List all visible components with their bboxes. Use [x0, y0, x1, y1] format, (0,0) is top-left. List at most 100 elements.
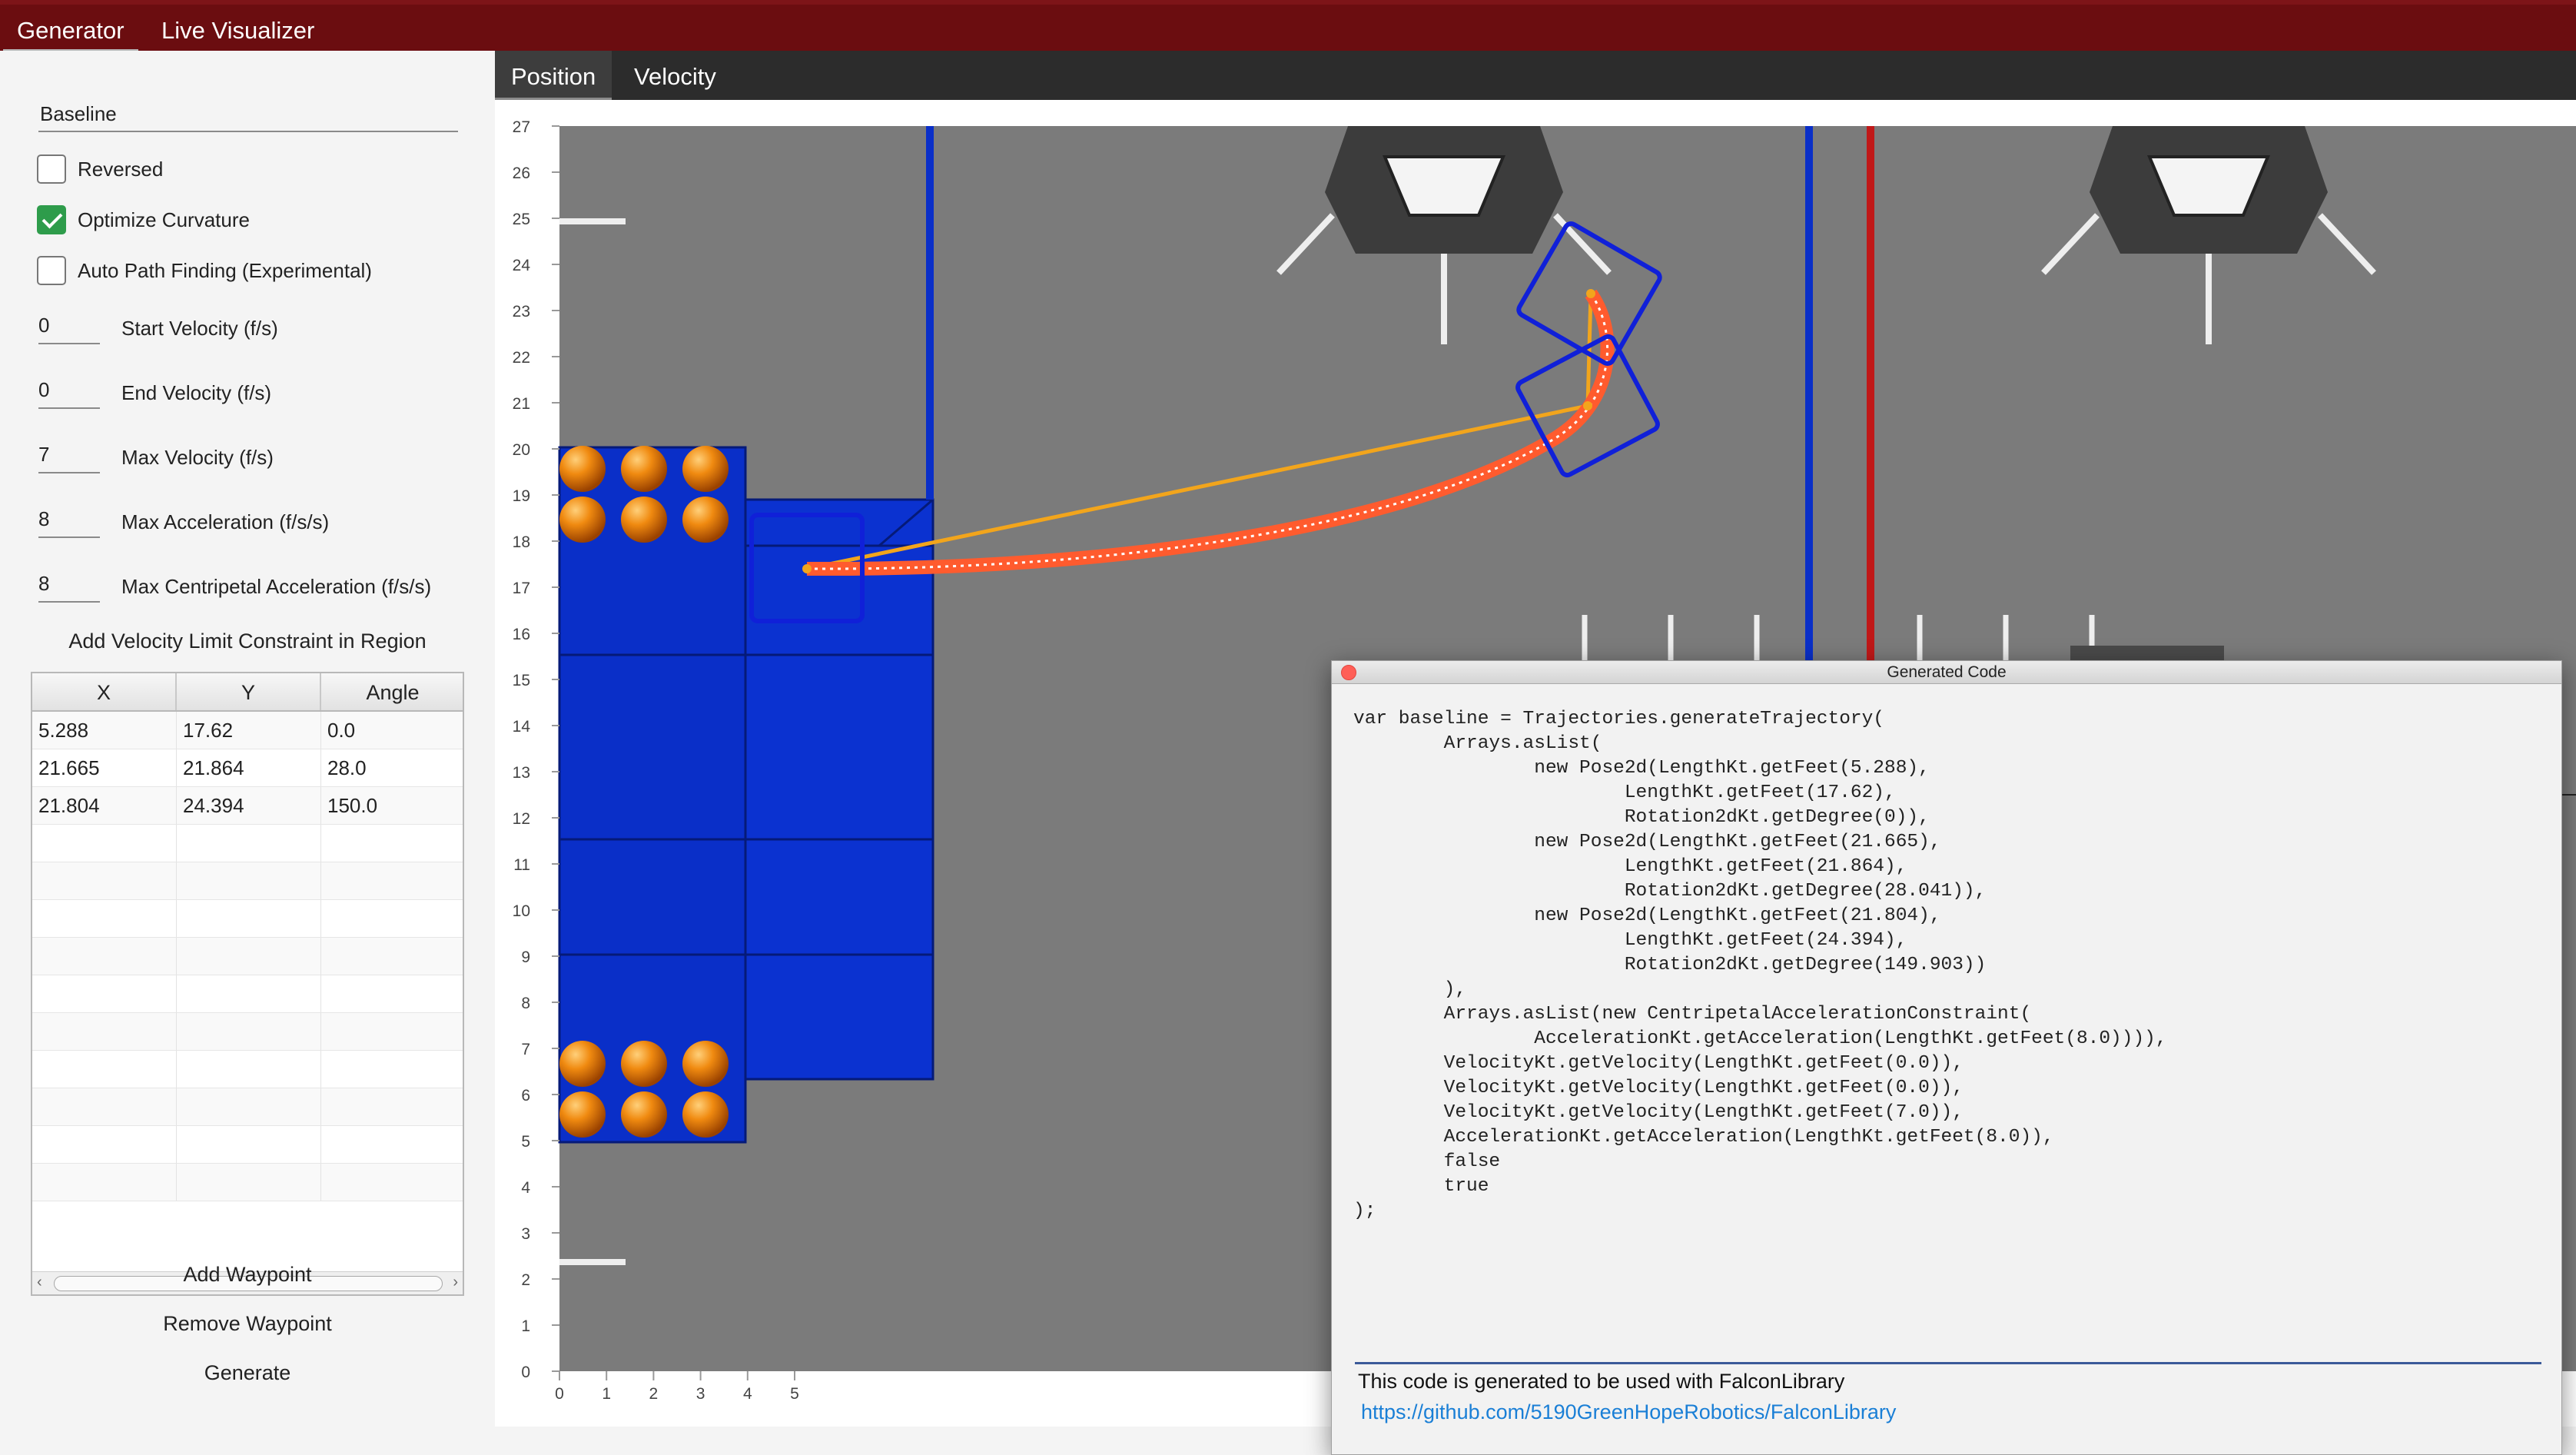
- tab-generator[interactable]: Generator: [3, 8, 138, 52]
- cell-x[interactable]: 21.665: [32, 749, 177, 786]
- dialog-title: Generated Code: [1887, 663, 2007, 681]
- y-tick-label: 25: [513, 211, 530, 228]
- cell-x[interactable]: 5.288: [32, 712, 177, 749]
- y-tick-label: 15: [513, 672, 530, 689]
- y-tick-label: 24: [513, 257, 531, 274]
- column-header-angle[interactable]: Angle: [321, 673, 463, 710]
- empty-row: [32, 1126, 463, 1164]
- max-velocity-label: Max Velocity (f/s): [121, 446, 274, 469]
- start-velocity-input[interactable]: [38, 307, 100, 344]
- waypoint-table: X Y Angle 5.288 17.62 0.0 21.665 21.864 …: [31, 672, 464, 1296]
- y-tick-label: 1: [521, 1317, 530, 1335]
- y-tick-label: 21: [513, 395, 530, 413]
- generate-button[interactable]: Generate: [31, 1354, 464, 1392]
- x-tick-label: 1: [602, 1385, 611, 1403]
- y-tick-label: 16: [513, 626, 530, 643]
- empty-row: [32, 1164, 463, 1201]
- hab-platform: [744, 498, 934, 1081]
- table-row[interactable]: 5.288 17.62 0.0: [32, 712, 463, 749]
- reversed-checkbox[interactable]: [37, 154, 66, 184]
- app-tab-bar: Generator Live Visualizer: [0, 0, 2576, 52]
- waypoint-handle[interactable]: [1583, 401, 1592, 410]
- y-tick-label: 8: [521, 995, 530, 1012]
- generated-code-dialog: Generated Code var baseline = Trajectori…: [1331, 660, 2562, 1455]
- column-header-y[interactable]: Y: [177, 673, 321, 710]
- table-header: X Y Angle: [32, 673, 463, 712]
- dialog-note: This code is generated to be used with F…: [1358, 1370, 1845, 1393]
- empty-row: [32, 1013, 463, 1051]
- cell-angle[interactable]: 28.0: [321, 749, 463, 786]
- auto-path-finding-label: Auto Path Finding (Experimental): [78, 259, 372, 282]
- tab-position[interactable]: Position: [495, 51, 612, 100]
- cell-y[interactable]: 24.394: [177, 787, 321, 824]
- max-velocity-input[interactable]: [38, 437, 100, 473]
- y-tick-label: 7: [521, 1041, 530, 1058]
- optimize-curvature-checkbox[interactable]: [37, 205, 66, 234]
- plot-area: Position Velocity 0 1 2 3 4 5 6 7 8 9 10…: [495, 51, 2576, 1455]
- cell-angle[interactable]: 0.0: [321, 712, 463, 749]
- y-tick-label: 3: [521, 1225, 530, 1243]
- table-body: 5.288 17.62 0.0 21.665 21.864 28.0 21.80…: [32, 712, 463, 1201]
- empty-row: [32, 975, 463, 1013]
- code-block[interactable]: var baseline = Trajectories.generateTraj…: [1353, 707, 2167, 1224]
- y-tick-label: 23: [513, 303, 530, 321]
- add-waypoint-button[interactable]: Add Waypoint: [31, 1255, 464, 1294]
- x-tick-label: 4: [743, 1385, 752, 1403]
- x-tick-label: 0: [555, 1385, 564, 1403]
- y-tick-label: 17: [513, 580, 530, 597]
- tab-live-visualizer[interactable]: Live Visualizer: [148, 8, 328, 52]
- x-tick-label: 2: [649, 1385, 659, 1403]
- empty-row: [32, 1088, 463, 1126]
- empty-row: [32, 900, 463, 938]
- y-tick-label: 9: [521, 948, 530, 966]
- max-acceleration-label: Max Acceleration (f/s/s): [121, 510, 330, 533]
- divider: [1355, 1362, 2541, 1364]
- y-tick-label: 12: [513, 810, 530, 828]
- tab-velocity[interactable]: Velocity: [618, 51, 732, 100]
- y-tick-label: 13: [513, 764, 530, 782]
- y-tick-label: 5: [521, 1133, 530, 1151]
- cell-angle[interactable]: 150.0: [321, 787, 463, 824]
- auto-path-finding-checkbox[interactable]: [37, 256, 66, 285]
- y-tick-label: 2: [521, 1271, 530, 1289]
- add-velocity-constraint-button[interactable]: Add Velocity Limit Constraint in Region: [31, 623, 464, 659]
- empty-row: [32, 938, 463, 975]
- y-tick-label: 19: [513, 487, 530, 505]
- cargo-ship-left: [558, 446, 747, 1144]
- close-icon[interactable]: [1341, 665, 1356, 680]
- path-name-input[interactable]: [38, 97, 458, 132]
- waypoint-handle[interactable]: [1586, 289, 1595, 298]
- y-tick-label: 22: [513, 349, 530, 367]
- waypoint-handle[interactable]: [802, 564, 812, 573]
- y-tick-label: 27: [513, 118, 530, 136]
- column-header-x[interactable]: X: [32, 673, 177, 710]
- max-acceleration-input[interactable]: [38, 501, 100, 538]
- y-tick-label: 11: [513, 856, 530, 874]
- end-velocity-input[interactable]: [38, 372, 100, 409]
- cell-y[interactable]: 21.864: [177, 749, 321, 786]
- remove-waypoint-button[interactable]: Remove Waypoint: [31, 1304, 464, 1343]
- cell-x[interactable]: 21.804: [32, 787, 177, 824]
- table-row[interactable]: 21.665 21.864 28.0: [32, 749, 463, 787]
- start-velocity-label: Start Velocity (f/s): [121, 317, 278, 340]
- y-tick-label: 14: [513, 718, 531, 736]
- max-centripetal-acceleration-input[interactable]: [38, 566, 100, 603]
- table-row[interactable]: 21.804 24.394 150.0: [32, 787, 463, 825]
- max-centripetal-acceleration-label: Max Centripetal Acceleration (f/s/s): [121, 575, 432, 598]
- sidebar: Reversed Optimize Curvature Auto Path Fi…: [0, 51, 495, 1427]
- y-tick-label: 26: [513, 164, 530, 182]
- y-tick-label: 0: [521, 1364, 530, 1381]
- dialog-title-bar: Generated Code: [1332, 661, 2561, 684]
- x-tick-label: 5: [790, 1385, 799, 1403]
- y-tick-label: 20: [513, 441, 530, 459]
- end-velocity-label: End Velocity (f/s): [121, 381, 272, 404]
- x-tick-label: 3: [696, 1385, 705, 1403]
- empty-row: [32, 862, 463, 900]
- y-axis: 0123456789101112131415161718192021222324…: [513, 118, 559, 1381]
- cell-y[interactable]: 17.62: [177, 712, 321, 749]
- y-tick-label: 4: [521, 1179, 530, 1197]
- empty-row: [32, 1051, 463, 1088]
- reversed-label: Reversed: [78, 158, 164, 181]
- falconlibrary-link[interactable]: https://github.com/5190GreenHopeRobotics…: [1361, 1400, 1896, 1424]
- y-tick-label: 18: [513, 533, 530, 551]
